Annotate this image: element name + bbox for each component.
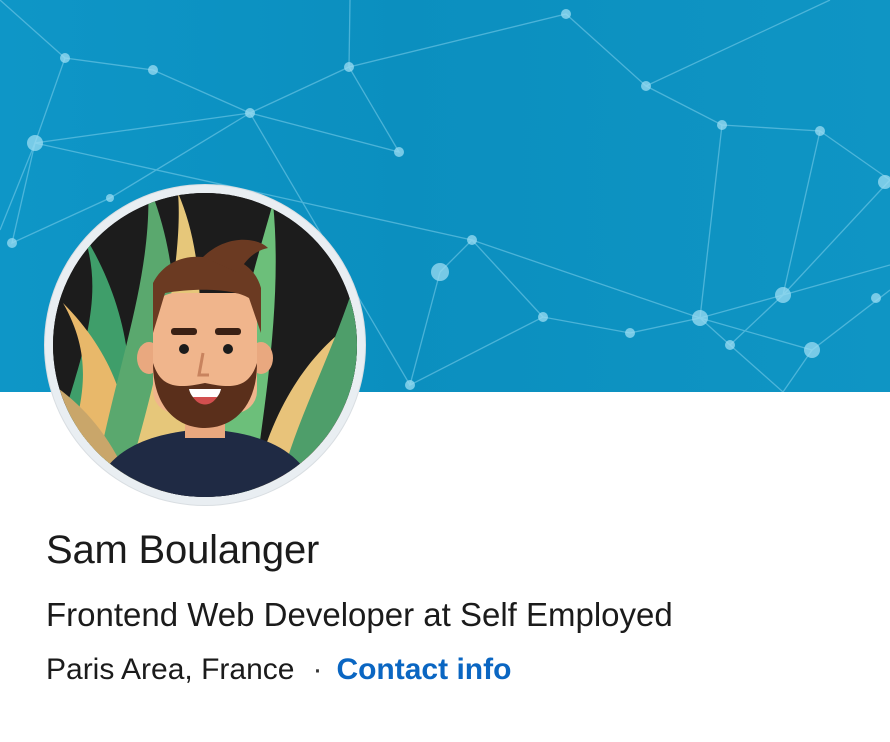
profile-photo[interactable] bbox=[45, 185, 365, 505]
profile-meta: Paris Area, France · Contact info bbox=[46, 653, 511, 687]
contact-info-link[interactable]: Contact info bbox=[336, 653, 511, 686]
profile-name: Sam Boulanger bbox=[46, 528, 320, 572]
avatar-illustration-icon bbox=[53, 193, 357, 497]
profile-headline: Frontend Web Developer at Self Employed bbox=[46, 596, 673, 633]
profile-location: Paris Area, France bbox=[46, 653, 295, 686]
meta-separator: · bbox=[312, 653, 323, 686]
avatar bbox=[53, 193, 357, 497]
